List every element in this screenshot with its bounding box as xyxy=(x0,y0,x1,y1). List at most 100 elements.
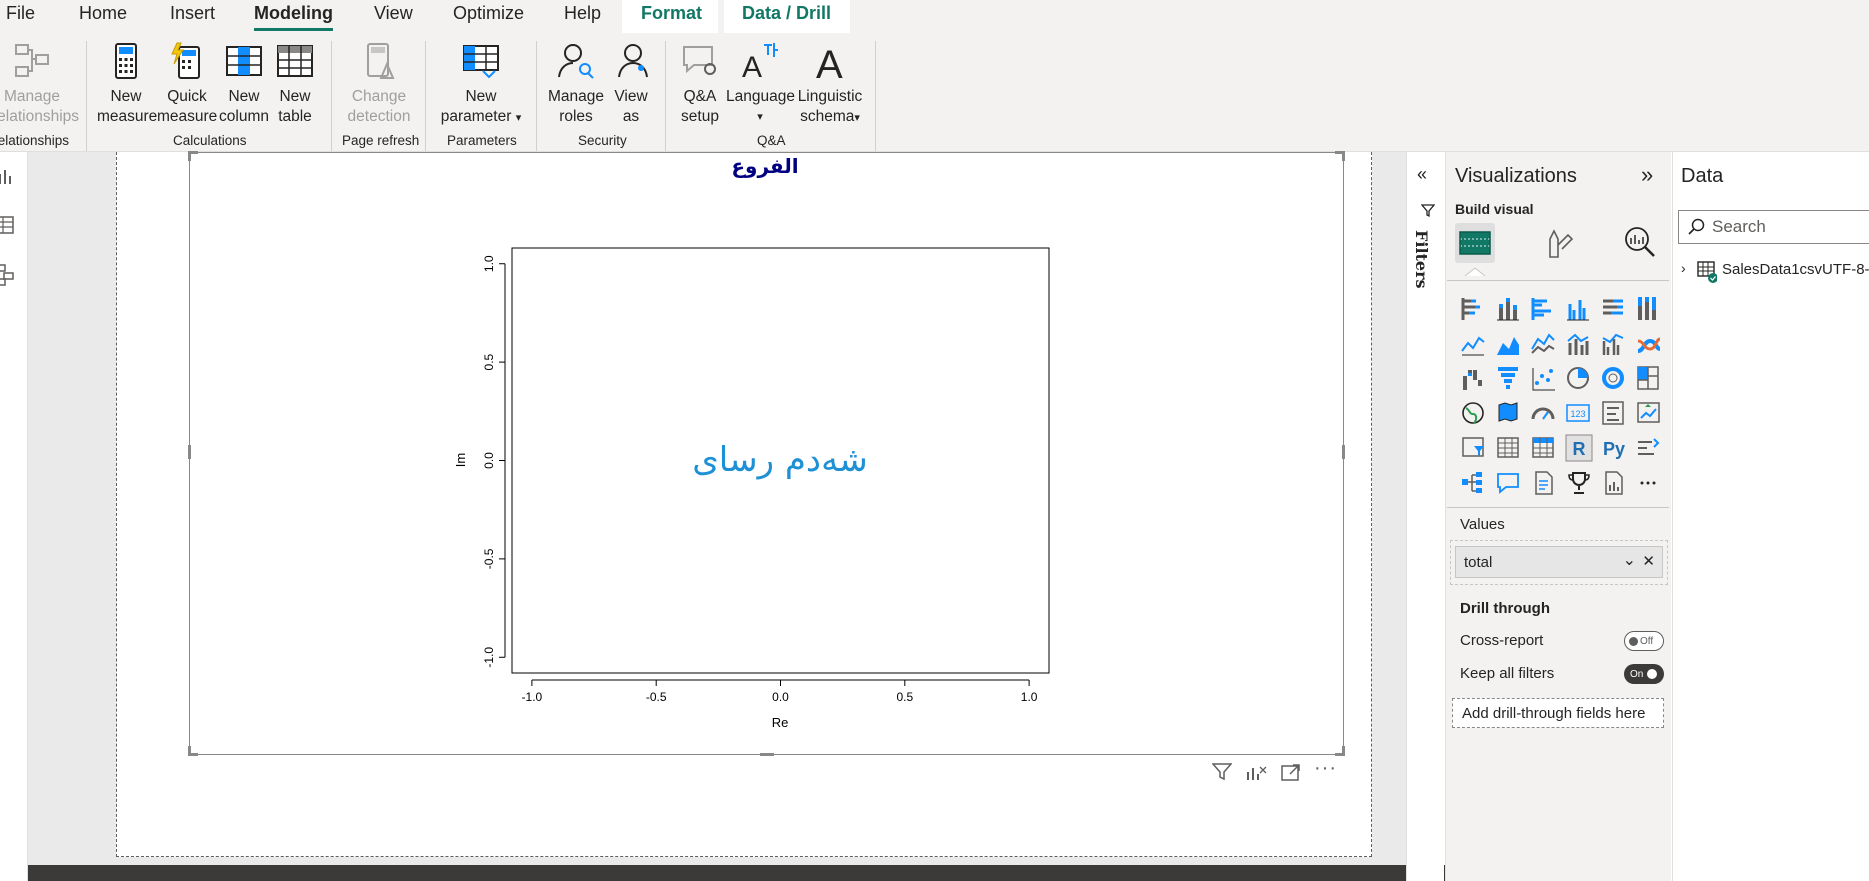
cross-report-toggle[interactable]: Off xyxy=(1624,631,1664,651)
focus-mode-icon[interactable] xyxy=(1281,763,1301,781)
analytics-icon[interactable] xyxy=(1622,224,1658,260)
search-input[interactable]: Search xyxy=(1678,210,1869,244)
resize-handle[interactable] xyxy=(760,753,774,756)
stacked-area-icon[interactable] xyxy=(1526,325,1561,360)
expand-pane-icon[interactable]: » xyxy=(1641,162,1653,188)
stacked-bar-icon[interactable] xyxy=(1456,290,1491,325)
slicer-icon[interactable] xyxy=(1456,430,1491,465)
kpi-icon[interactable] xyxy=(1631,395,1666,430)
scatter-icon[interactable] xyxy=(1526,360,1561,395)
waterfall-icon[interactable] xyxy=(1456,360,1491,395)
qa-icon[interactable] xyxy=(1491,465,1526,500)
menu-view[interactable]: View xyxy=(374,3,413,24)
stacked-area-icon-glyph xyxy=(1530,332,1555,354)
menu-format[interactable]: Format xyxy=(641,3,702,24)
status-bar xyxy=(28,865,1445,881)
manage-roles-button[interactable]: Manage roles xyxy=(545,41,607,127)
treemap-icon-glyph xyxy=(1636,365,1659,390)
line-clustered-column-icon[interactable] xyxy=(1596,325,1631,360)
goals-icon[interactable] xyxy=(1561,465,1596,500)
change-detection-button[interactable]: Change detection xyxy=(338,41,420,127)
donut-icon[interactable] xyxy=(1596,360,1631,395)
clustered-column-icon[interactable] xyxy=(1561,290,1596,325)
table-icon[interactable] xyxy=(1491,430,1526,465)
filter-icon[interactable] xyxy=(1212,763,1232,781)
new-column-button[interactable]: New column xyxy=(219,41,269,127)
more-icon[interactable] xyxy=(1631,465,1666,500)
table-name[interactable]: SalesData1csvUTF-8-C xyxy=(1722,261,1869,278)
more-options-icon[interactable]: ··· xyxy=(1314,757,1337,780)
new-measure-button[interactable]: New measure xyxy=(97,41,157,127)
resize-handle[interactable] xyxy=(1342,445,1345,459)
collapse-filters-icon[interactable]: « xyxy=(1417,164,1427,185)
linguistic-schema-button[interactable]: A Linguistic schema▾ xyxy=(796,41,864,128)
paginated-icon-glyph xyxy=(1604,470,1623,495)
card-icon-glyph: 123 xyxy=(1565,403,1590,422)
build-visual-tab[interactable] xyxy=(1455,223,1495,263)
keep-filters-toggle[interactable]: On xyxy=(1624,664,1664,684)
new-column-label-2: column xyxy=(219,108,269,125)
area-chart-icon[interactable] xyxy=(1491,325,1526,360)
key-influencers-icon[interactable] xyxy=(1631,430,1666,465)
clustered-bar-icon-glyph xyxy=(1531,297,1551,320)
filled-map-icon[interactable] xyxy=(1491,395,1526,430)
python-visual-icon[interactable]: Py xyxy=(1596,430,1631,465)
chevron-down-icon[interactable]: ⌄ xyxy=(1623,550,1636,570)
line-chart-icon[interactable] xyxy=(1456,325,1491,360)
stacked-column-icon[interactable] xyxy=(1491,290,1526,325)
narrative-icon[interactable] xyxy=(1526,465,1561,500)
new-parameter-button[interactable]: New parameter ▾ xyxy=(435,41,527,128)
manage-roles-label-2: roles xyxy=(559,108,593,125)
gauge-icon[interactable] xyxy=(1526,395,1561,430)
menu-file[interactable]: File xyxy=(6,3,35,24)
menu-data-drill[interactable]: Data / Drill xyxy=(742,3,831,24)
funnel-icon[interactable] xyxy=(1491,360,1526,395)
r-visual-icon[interactable]: R xyxy=(1561,430,1596,465)
100pct-bar-icon[interactable] xyxy=(1596,290,1631,325)
clustered-bar-icon[interactable] xyxy=(1526,290,1561,325)
drill-icon[interactable] xyxy=(1246,763,1268,781)
pie-icon[interactable] xyxy=(1561,360,1596,395)
ribbon-chart-icon[interactable] xyxy=(1631,325,1666,360)
r-script-visual[interactable]: الفروع -1.0 -0.5 0.0 0.5 1.0 -1.0 -0.5 0.0 0.5 1… xyxy=(188,151,1345,756)
line-column-icon[interactable] xyxy=(1561,325,1596,360)
treemap-icon[interactable] xyxy=(1631,360,1666,395)
menu-insert[interactable]: Insert xyxy=(170,3,215,24)
resize-handle[interactable] xyxy=(188,746,191,756)
resize-handle[interactable] xyxy=(188,445,191,459)
x-tick-label: 1.0 xyxy=(1021,690,1038,704)
values-field-total[interactable]: total ⌄ ✕ xyxy=(1455,546,1663,578)
resize-handle[interactable] xyxy=(1342,746,1345,756)
matrix-icon[interactable] xyxy=(1526,430,1561,465)
quick-measure-button[interactable]: Quick measure xyxy=(157,41,217,127)
menu-optimize[interactable]: Optimize xyxy=(453,3,524,24)
chart-annotation: شەدم رسای xyxy=(692,440,868,480)
matrix-icon-glyph xyxy=(1531,436,1554,458)
new-table-button[interactable]: New table xyxy=(272,41,318,127)
resize-handle[interactable] xyxy=(188,151,191,161)
format-visual-icon[interactable] xyxy=(1540,225,1576,261)
multirow-card-icon[interactable] xyxy=(1596,395,1631,430)
r-visual-icon-glyph: R xyxy=(1565,434,1592,461)
view-as-button[interactable]: View as xyxy=(610,41,652,127)
map-icon[interactable] xyxy=(1456,395,1491,430)
100pct-column-icon[interactable] xyxy=(1631,290,1666,325)
menu-modeling[interactable]: Modeling xyxy=(254,3,333,31)
manage-relationships-button[interactable]: Manage relationships xyxy=(0,41,79,127)
remove-field-icon[interactable]: ✕ xyxy=(1642,552,1655,570)
qa-setup-button[interactable]: Q&A setup xyxy=(674,41,726,127)
ribbon: Manage relationships Relationships New m… xyxy=(0,33,1869,152)
menu-home[interactable]: Home xyxy=(79,3,127,24)
filters-label[interactable]: Filters xyxy=(1412,230,1431,289)
model-view-icon[interactable] xyxy=(0,264,14,286)
paginated-icon[interactable] xyxy=(1596,465,1631,500)
data-view-icon[interactable] xyxy=(0,216,14,234)
decomposition-tree-icon[interactable] xyxy=(1456,465,1491,500)
expand-table-icon[interactable]: › xyxy=(1681,260,1686,276)
language-button[interactable]: A Language ▾ xyxy=(726,41,795,127)
card-icon[interactable]: 123 xyxy=(1561,395,1596,430)
report-view-icon[interactable] xyxy=(0,166,14,186)
resize-handle[interactable] xyxy=(1342,151,1345,161)
menu-help[interactable]: Help xyxy=(564,3,601,24)
drill-through-drop-zone[interactable]: Add drill-through fields here xyxy=(1452,698,1664,728)
